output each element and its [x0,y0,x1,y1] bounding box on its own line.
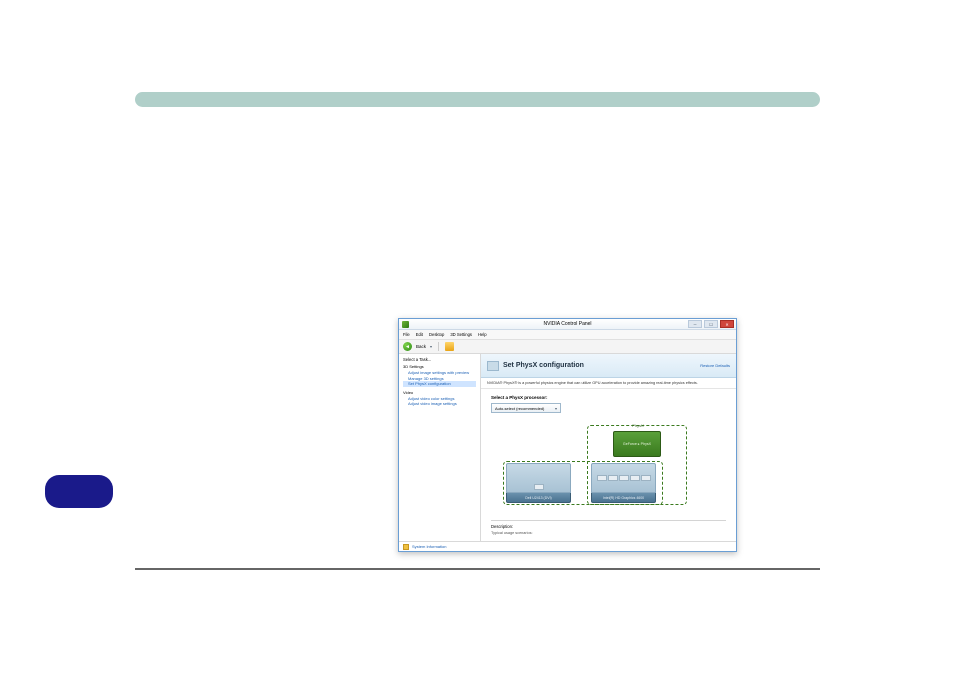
description-strip: NVIDIA® PhysX® is a powerful physics eng… [481,378,736,389]
page-title: Set PhysX configuration [503,362,584,369]
content-area: Select a PhysX processor: Auto-select (r… [481,389,736,541]
window-title: NVIDIA Control Panel [543,321,591,327]
back-split[interactable]: ▾ [430,344,432,349]
port-icon [619,475,629,481]
sidebar-heading: Select a Task... [403,357,476,362]
description-section: Description: Typical usage scenarios: [491,520,726,535]
menu-help[interactable]: Help [478,332,487,337]
port-icon [597,475,607,481]
main-header: Set PhysX configuration Restore Defaults [481,354,736,378]
chevron-down-icon: ▾ [555,406,557,411]
menu-file[interactable]: File [403,332,410,337]
group-title-3d: 3D Settings [403,364,476,369]
info-icon [403,544,409,550]
restore-defaults-link[interactable]: Restore Defaults [700,363,730,368]
physx-diagram: PhysX GeForce ▸ PhysX Dell U2413 (DVI) [491,423,711,513]
port-icon [534,484,544,490]
toolbar: ◄ Back ▾ [399,340,736,354]
gpu-card[interactable]: GeForce ▸ PhysX [613,431,661,457]
sidebar-item-video-image[interactable]: Adjust video image settings [403,401,476,407]
description-heading: Description: [491,524,726,529]
back-icon[interactable]: ◄ [403,342,412,351]
window-body: Select a Task... 3D Settings Adjust imag… [399,354,736,541]
description-sub: Typical usage scenarios: [491,531,726,535]
minimize-button[interactable]: ─ [688,320,702,328]
port-icon [608,475,618,481]
nvidia-icon [402,321,409,328]
maximize-button[interactable]: ☐ [704,320,718,328]
physx-header-icon [487,361,499,371]
nvidia-control-panel-window: NVIDIA Control Panel ─ ☐ ✕ File Edit Des… [398,318,737,552]
display-1-screen [506,463,571,493]
home-icon[interactable] [445,342,454,351]
window-controls: ─ ☐ ✕ [688,320,734,328]
select-processor-label: Select a PhysX processor: [491,395,726,400]
callout-badge [45,475,113,508]
main-panel: Set PhysX configuration Restore Defaults… [481,354,736,541]
physx-badge: PhysX [613,423,663,428]
close-button[interactable]: ✕ [720,320,734,328]
display-1[interactable]: Dell U2413 (DVI) [506,463,571,503]
port-icon [630,475,640,481]
menubar: File Edit Desktop 3D Settings Help [399,330,736,340]
system-information-link[interactable]: System Information [412,544,446,549]
sidebar-item-adjust-image[interactable]: Adjust image settings with preview [403,370,476,376]
group-title-video: Video [403,390,476,395]
sidebar-group-3d: 3D Settings Adjust image settings with p… [403,364,476,387]
footer: System Information [399,541,736,551]
menu-edit[interactable]: Edit [416,332,423,337]
display-2-label: Intel(R) HD Graphics 4600 [591,493,656,503]
task-sidebar: Select a Task... 3D Settings Adjust imag… [399,354,481,541]
gpu-name: GeForce ▸ PhysX [623,442,651,446]
back-label: Back [416,344,426,349]
dropdown-value: Auto-select (recommended) [495,406,544,411]
footer-rule [135,568,820,570]
display-2-screen [591,463,656,493]
display-2[interactable]: Intel(R) HD Graphics 4600 [591,463,656,503]
sidebar-item-physx[interactable]: Set PhysX configuration [403,381,476,387]
header-accent-bar [135,92,820,107]
toolbar-separator [438,342,439,351]
physx-processor-dropdown[interactable]: Auto-select (recommended) ▾ [491,403,561,413]
display-1-label: Dell U2413 (DVI) [506,493,571,503]
menu-desktop[interactable]: Desktop [429,332,444,337]
sidebar-group-video: Video Adjust video color settings Adjust… [403,390,476,407]
menu-3d-settings[interactable]: 3D Settings [450,332,472,337]
port-icon [641,475,651,481]
titlebar[interactable]: NVIDIA Control Panel ─ ☐ ✕ [399,319,736,330]
